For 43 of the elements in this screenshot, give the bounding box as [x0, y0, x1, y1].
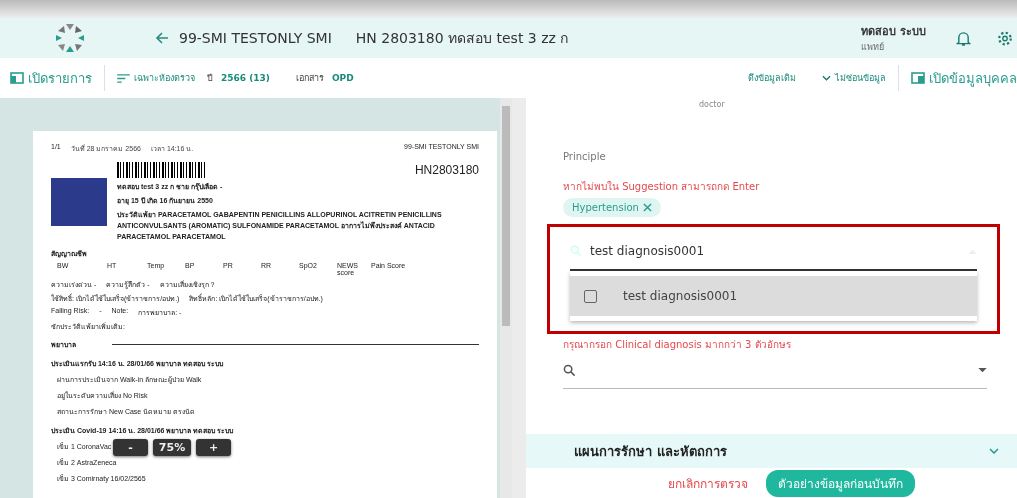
pull-data-button[interactable]: ดึงข้อมูลเดิม	[748, 71, 796, 85]
patient-title: HN 2803180 ทดสอบ test 3 zz ก	[355, 29, 569, 48]
document-type-link[interactable]: OPD	[331, 73, 354, 83]
open-list-button[interactable]: เปิดรายการ	[10, 67, 92, 89]
diagnosis-chip[interactable]: Hypertension	[563, 198, 661, 217]
back-arrow-icon[interactable]	[155, 31, 169, 45]
user-role: แพทย์	[861, 41, 886, 54]
year-link[interactable]: 2566 (13)	[221, 73, 270, 83]
sort-lines-icon	[117, 73, 130, 83]
document-label: เอกสาร	[295, 72, 324, 85]
panel-icon	[911, 72, 925, 84]
hide-data-button[interactable]: ไม่ซ่อนข้อมูล	[822, 71, 886, 85]
search-icon	[563, 363, 576, 377]
suggestion-option[interactable]: test diagnosis0001	[570, 276, 977, 316]
caret-down-icon	[978, 367, 987, 373]
logo-icon	[55, 23, 85, 53]
year-label: ปี	[207, 72, 213, 85]
settings-icon[interactable]	[997, 29, 1013, 47]
open-person-button[interactable]: เปิดข้อมูลบุคคล	[911, 67, 1017, 89]
checkbox[interactable]	[584, 289, 597, 303]
search-icon	[570, 245, 582, 257]
chevron-icon	[989, 448, 999, 454]
filter-button[interactable]: เฉพาะห้องตรวจ	[117, 71, 195, 85]
remove-icon[interactable]	[642, 203, 652, 212]
scrollbar-thumb[interactable]	[502, 106, 510, 326]
section-header[interactable]: แผนการรักษา และหัตถการ	[526, 434, 1017, 468]
zoom-level: 75%	[153, 439, 191, 456]
hint-text: หากไม่พบใน Suggestion สามารถกด Enter	[563, 180, 761, 194]
chevron-down-icon	[822, 75, 831, 81]
cancel-exam-button[interactable]: ยกเลิกการตรวจ	[668, 473, 748, 493]
zoom-out-button[interactable]: -	[113, 439, 148, 456]
error-text: กรุณากรอก Clinical diagnosis มากกว่า 3 ตัวอักษร	[563, 338, 792, 352]
notification-bell-icon[interactable]	[956, 29, 971, 47]
preview-button[interactable]: ตัวอย่างข้อมูลก่อนบันทึก	[766, 469, 915, 497]
photo-placeholder	[51, 178, 107, 226]
page-title: 99-SMI TESTONLY SMI	[179, 30, 332, 46]
panel-icon	[10, 72, 24, 84]
zoom-in-button[interactable]: +	[196, 439, 231, 456]
role-label: doctor	[698, 100, 726, 109]
diagnosis-search-field[interactable]: test diagnosis0001	[570, 233, 977, 271]
principle-label: Principle	[563, 151, 607, 162]
doc-hn: HN2803180	[414, 163, 479, 177]
user-name: ทดสอบ ระบบ	[861, 24, 926, 40]
